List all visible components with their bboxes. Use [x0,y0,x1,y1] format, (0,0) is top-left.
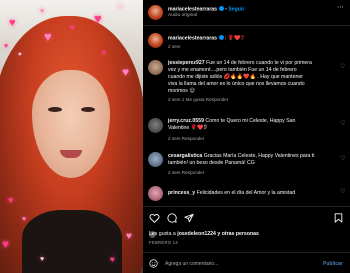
heart-filter-sticker: ♥ [44,29,52,44]
comment-text: también! un beso desde Panamá! CG [168,160,255,166]
audio-label[interactable]: Audio original [168,13,197,19]
comment-username[interactable]: jerry.cruz.0559 [168,118,204,124]
comment-like-icon[interactable]: ♡ [340,64,345,70]
heart-filter-sticker: ♥ [9,17,16,29]
comment-input[interactable]: Agrega un comentario... [165,261,218,267]
comment-line: jerry.cruz.0559 Como te Quero mi Celeste… [168,118,295,124]
comment-line: princess_y Felicidades en el día del Amo… [168,190,295,196]
heart-filter-sticker: ♥ [122,65,130,79]
heart-filter-sticker: ♥ [118,4,123,11]
comment-text: viva la llama del amor es lo único que n… [168,81,305,87]
author-avatar[interactable] [148,5,163,20]
comment-line: jessieperez927 Fue un 14 de febrero cuan… [168,60,312,66]
smiley-icon[interactable] [149,259,158,268]
paper-plane-icon[interactable] [184,213,194,223]
caption-text: I 🌹❤️🤋 [224,35,245,42]
verified-badge-icon [218,6,224,11]
comment-avatar[interactable] [148,118,163,133]
more-options-icon[interactable]: ⋯ [337,4,345,11]
likes-suffix[interactable]: y otras personas [217,231,259,237]
caption-avatar[interactable] [148,33,163,48]
comment-username[interactable]: princess_y [168,190,195,196]
comment-text: cuando me dijiste adiós 💋🔥🔥❤️🔥 . Hay que… [168,74,303,80]
video-clothes [22,210,122,273]
comment-text: Gracias María Celeste, Happy Valentines … [203,153,315,159]
comment-like-icon[interactable]: ♡ [340,121,345,127]
follow-button[interactable]: Seguir [228,7,244,13]
bookmark-icon[interactable] [334,213,343,223]
comment-avatar[interactable] [148,152,163,167]
heart-filter-sticker: ♥ [102,50,107,57]
comment-avatar[interactable] [148,186,163,201]
heart-filter-sticker: ♥ [40,256,45,263]
heart-filter-sticker: ♥ [18,52,22,58]
post-date: FEBRERO 14 [149,240,179,245]
caption-username[interactable]: mariacelestearraras [168,36,217,42]
divider [143,252,350,253]
heart-filter-sticker: ♥ [8,195,14,205]
comment-meta[interactable]: 2 sem Responder [168,170,204,176]
liker-username[interactable]: josedeleon1224 [177,231,216,237]
heart-outline-icon[interactable] [149,213,160,223]
comment-text: Fue un 14 de febrero cuando te vi por pr… [206,60,312,66]
author-username[interactable]: mariacelestearraras [168,7,217,13]
likes-prefix: Les gusta a [149,231,176,237]
comment-meta[interactable]: 2 sem 1 Me gusta Responder [168,97,228,103]
verified-badge-icon [218,35,224,40]
comment-meta[interactable]: 2 sem Responder [168,136,204,142]
heart-filter-sticker: ♥ [4,43,9,50]
heart-filter-sticker: ♥ [126,231,132,242]
heart-filter-sticker: ♥ [22,216,27,223]
comment-line: cesargalistica Gracias María Celeste, Ha… [168,153,314,159]
comment-username[interactable]: jessieperez927 [168,60,205,66]
post-panel: mariacelestearraras • Seguir Audio origi… [143,0,350,273]
heart-filter-sticker: ♥ [94,11,102,26]
comment-username[interactable]: cesargalistica [168,153,202,159]
comment-text: Como te Quero mi Celeste, Happy San [205,118,296,124]
caption-time: 2 sem [168,44,181,49]
comment-like-icon[interactable]: ♡ [340,156,345,162]
comment-text: Felicidades en el día del Amor y la amis… [196,190,296,196]
video-eye-left [48,107,62,112]
likes-summary: Les gusta a josedeleon1224 y otras perso… [149,231,259,237]
comment-bubble-icon[interactable] [167,213,177,223]
heart-filter-sticker: ♥ [70,23,75,32]
heart-filter-sticker: ♥ [40,8,45,15]
post-header: mariacelestearraras • Seguir Audio origi… [143,0,350,26]
publish-button[interactable]: Publicar [323,261,343,267]
comment-text: vez y me enamoré....pero también Fue un … [168,67,297,73]
heart-filter-sticker: ♥ [2,237,10,251]
header-bullet: • [224,6,227,13]
comment-avatar[interactable] [148,60,163,75]
reel-video[interactable]: ♥ ♥ ♥ ♥ ♥ ♥ ♥ ♥ ♥ ♥ ♥ ♥ ♥ ♥ ♥ ♥ [0,0,143,273]
heart-filter-sticker: ♥ [110,255,115,264]
video-eye-right [81,107,95,112]
comment-text: Valentine 🌹❤️🤋 [168,125,207,131]
comment-like-icon[interactable]: ♡ [340,189,345,195]
comment-text: morimos 😊 [168,88,195,94]
